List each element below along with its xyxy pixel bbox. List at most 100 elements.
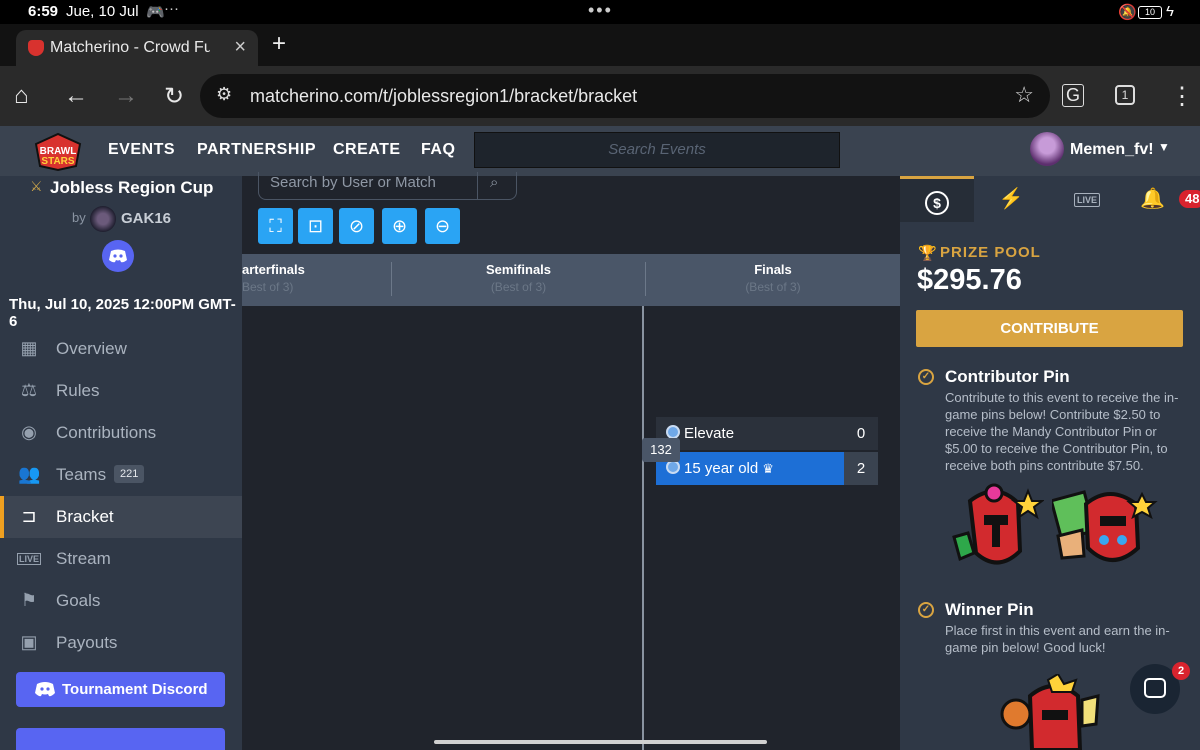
- reload-icon[interactable]: ↻: [164, 82, 184, 111]
- zoom-out-icon: ⊖: [434, 216, 451, 236]
- menu-kebab-icon[interactable]: ⋮: [1170, 82, 1194, 111]
- search-icon[interactable]: ⌕: [490, 174, 498, 191]
- forward-icon[interactable]: →: [114, 82, 138, 110]
- users-icon: 👥: [18, 464, 41, 484]
- brawl-stars-logo[interactable]: BRAWL STARS: [30, 130, 86, 172]
- bookmark-star-icon[interactable]: ☆: [1014, 82, 1034, 108]
- prize-pool-amount: $295.76: [917, 264, 1022, 296]
- secondary-button[interactable]: [16, 728, 225, 750]
- bracket-search-placeholder: Search by User or Match: [270, 174, 436, 191]
- round-best-of: (Best of 3): [490, 280, 547, 294]
- sidebar-item-contributions[interactable]: ◉ Contributions: [0, 412, 242, 454]
- contribute-button[interactable]: CONTRIBUTE: [916, 310, 1183, 347]
- trophy-icon: 🏆: [918, 245, 937, 262]
- tab-notifications[interactable]: 🔔 48: [1124, 176, 1200, 222]
- search-events-input[interactable]: Search Events: [474, 132, 840, 168]
- new-tab-icon[interactable]: +: [272, 30, 286, 58]
- focus-icon: ⊡: [307, 216, 324, 236]
- swords-icon: ⚔: [30, 178, 43, 194]
- zoom-in-button[interactable]: ⊕: [382, 208, 417, 244]
- bracket-area[interactable]: Search by User or Match ⌕ ⛶ ⊡ ⊘ ⊕ ⊖ arte…: [242, 172, 900, 750]
- zoom-out-button[interactable]: ⊖: [425, 208, 460, 244]
- gamepad-icon: 🎮: [146, 4, 165, 21]
- sidebar-item-overview[interactable]: ▦ Overview: [0, 328, 242, 370]
- back-icon[interactable]: ←: [64, 82, 88, 110]
- fullscreen-button[interactable]: ⛶: [258, 208, 293, 244]
- chat-icon: [1144, 678, 1166, 698]
- coins-icon: ◉: [21, 422, 37, 442]
- chat-unread-badge: 2: [1172, 662, 1190, 680]
- address-bar[interactable]: ⚙ matcherino.com/t/joblessregion1/bracke…: [200, 74, 1050, 118]
- tab-prize[interactable]: $: [900, 176, 974, 222]
- discord-icon-button[interactable]: [102, 240, 134, 272]
- match-number[interactable]: 132: [642, 438, 680, 462]
- gesture-nav-handle[interactable]: [434, 740, 767, 744]
- tournament-discord-button[interactable]: Tournament Discord: [16, 672, 225, 707]
- bracket-icon: ⊐: [21, 506, 37, 526]
- username: Memen_fv!: [1070, 141, 1154, 158]
- prize-pool-label: PRIZE POOL: [940, 244, 1041, 261]
- tab-switcher-button[interactable]: 1: [1115, 85, 1135, 105]
- contributor-pin-description: Contribute to this event to receive the …: [945, 390, 1179, 473]
- organizer-name[interactable]: GAK16: [121, 210, 171, 227]
- sidebar-item-label: Stream: [56, 549, 111, 568]
- grid-icon: ▦: [20, 338, 38, 358]
- mandy-contributor-pin-image: [952, 483, 1044, 565]
- hide-button[interactable]: ⊘: [339, 208, 374, 244]
- sidebar-item-bracket[interactable]: ⊐ Bracket: [0, 496, 242, 538]
- close-tab-icon[interactable]: ×: [234, 36, 246, 59]
- sidebar-item-teams[interactable]: 👥 Teams 221: [0, 454, 242, 496]
- sidebar-item-rules[interactable]: ⚖ Rules: [0, 370, 242, 412]
- bell-icon: 🔔: [1140, 188, 1165, 210]
- mute-icon: 🔕: [1118, 4, 1137, 21]
- round-header: arterfinals Best of 3) Semifinals (Best …: [242, 254, 900, 306]
- translate-icon[interactable]: G: [1062, 84, 1085, 107]
- nav-events[interactable]: EVENTS: [108, 141, 175, 159]
- sidebar-item-stream[interactable]: LIVE Stream: [0, 538, 242, 580]
- crown-icon: ♛: [762, 461, 774, 476]
- url-text[interactable]: matcherino.com/t/joblessregion1/bracket/…: [250, 86, 637, 107]
- sidebar-item-payouts[interactable]: ▣ Payouts: [0, 622, 242, 664]
- round-name: Finals: [754, 262, 792, 277]
- site-settings-icon[interactable]: ⚙: [216, 84, 232, 105]
- flag-icon: ⚑: [20, 590, 38, 610]
- multiwindow-dots-icon[interactable]: •••: [588, 0, 613, 21]
- status-date: Jue, 10 Jul: [66, 3, 139, 20]
- sidebar-item-label: Goals: [56, 591, 101, 610]
- tab-activity[interactable]: ⚡: [974, 176, 1048, 222]
- svg-text:STARS: STARS: [41, 156, 74, 167]
- favicon-icon: [28, 40, 44, 56]
- zoom-in-icon: ⊕: [391, 216, 408, 236]
- dollar-icon: $: [925, 191, 949, 215]
- charging-icon: ϟ: [1166, 3, 1174, 20]
- nav-create[interactable]: CREATE: [333, 141, 401, 159]
- match-team-2[interactable]: 15 year old ♛ 2: [656, 452, 878, 485]
- focus-button[interactable]: ⊡: [298, 208, 333, 244]
- tab-live[interactable]: LIVE: [1050, 176, 1124, 222]
- event-date: Thu, Jul 10, 2025 12:00PM GMT-6: [9, 296, 236, 330]
- sidebar-item-label: Overview: [56, 339, 127, 358]
- chevron-down-icon: ▼: [1158, 140, 1170, 154]
- lightning-icon: ⚡: [998, 188, 1024, 210]
- status-bar: 6:59 Jue, 10 Jul 🎮 ··· ••• 🔕 10 ϟ: [0, 0, 1200, 24]
- browser-tab[interactable]: Matcherino - Crowd Funding ×: [16, 30, 258, 66]
- home-icon[interactable]: ⌂: [14, 82, 29, 110]
- nav-partnership[interactable]: PARTNERSHIP: [197, 141, 316, 159]
- match-team-1[interactable]: Elevate 0: [656, 417, 878, 450]
- notification-badge: 48: [1179, 190, 1200, 208]
- sidebar-item-label: Rules: [56, 381, 100, 400]
- check-circle-icon: ✓: [918, 602, 934, 618]
- team-name-wrap: 15 year old ♛: [684, 460, 774, 477]
- bracket-search-input[interactable]: Search by User or Match ⌕: [258, 172, 517, 200]
- team-icon: [666, 460, 680, 474]
- contributor-pin-image: [1052, 490, 1158, 562]
- winner-pin-description: Place first in this event and earn the i…: [945, 623, 1170, 655]
- sidebar-item-label: Contributions: [56, 423, 157, 442]
- sidebar-item-goals[interactable]: ⚑ Goals: [0, 580, 242, 622]
- nav-faq[interactable]: FAQ: [421, 141, 455, 159]
- scale-icon: ⚖: [20, 380, 38, 400]
- round-name: Semifinals: [485, 262, 552, 277]
- organizer-avatar[interactable]: [90, 206, 116, 232]
- team-name: Elevate: [684, 425, 735, 442]
- round-semifinals: Semifinals (Best of 3): [392, 262, 645, 302]
